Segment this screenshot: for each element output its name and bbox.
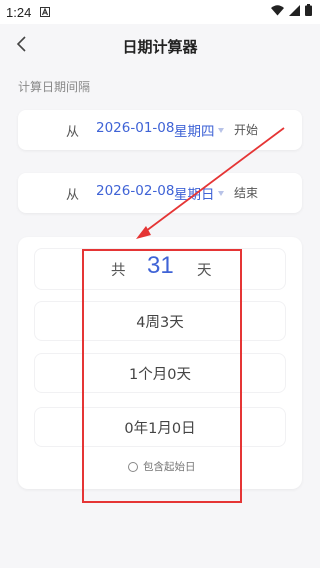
signal-icon — [289, 4, 300, 20]
years-months-days-value: 0年1月0日 — [124, 420, 196, 437]
end-tag: 结束 — [234, 186, 259, 200]
start-tag: 开始 — [234, 123, 259, 137]
weeks-days-row: 4周3天 — [34, 301, 286, 341]
total-prefix: 共 — [111, 263, 126, 279]
include-start-label: 包含起始日 — [143, 461, 196, 473]
end-from-label: 从 — [66, 188, 80, 203]
weeks-days-value: 4周3天 — [136, 314, 184, 331]
months-days-row: 1个月0天 — [34, 353, 286, 393]
start-from-label: 从 — [66, 125, 80, 140]
start-date-value[interactable]: 2026-01-08 — [96, 120, 174, 136]
end-weekday: 星期日 — [174, 187, 215, 203]
end-date-value[interactable]: 2026-02-08 — [96, 183, 174, 199]
result-card: 共 31 天 4周3天 1个月0天 0年1月0日 包含起始日 — [18, 237, 302, 489]
start-weekday: 星期四 — [174, 124, 215, 140]
total-days-value: 31 — [147, 252, 174, 279]
dropdown-arrow-icon — [218, 128, 224, 133]
months-days-value: 1个月0天 — [129, 366, 191, 383]
total-days-row: 共 31 天 — [34, 248, 286, 290]
status-bar: 1:24 — [0, 0, 320, 24]
battery-icon — [305, 4, 312, 20]
status-time: 1:24 — [6, 4, 32, 20]
a-notification-icon — [39, 7, 50, 18]
wifi-icon — [271, 4, 284, 20]
end-date-row[interactable]: 从 2026-02-08 星期日 结束 — [18, 173, 302, 213]
app-bar: 日期计算器 — [0, 24, 320, 68]
total-suffix: 天 — [197, 263, 212, 279]
dropdown-arrow-icon — [218, 191, 224, 196]
radio-unchecked-icon[interactable] — [128, 461, 138, 472]
years-months-days-row: 0年1月0日 — [34, 407, 286, 447]
start-date-row[interactable]: 从 2026-01-08 星期四 开始 — [18, 110, 302, 150]
section-label: 计算日期间隔 — [18, 80, 91, 94]
page-title: 日期计算器 — [122, 38, 198, 56]
include-start-toggle[interactable]: 包含起始日 — [128, 459, 196, 474]
